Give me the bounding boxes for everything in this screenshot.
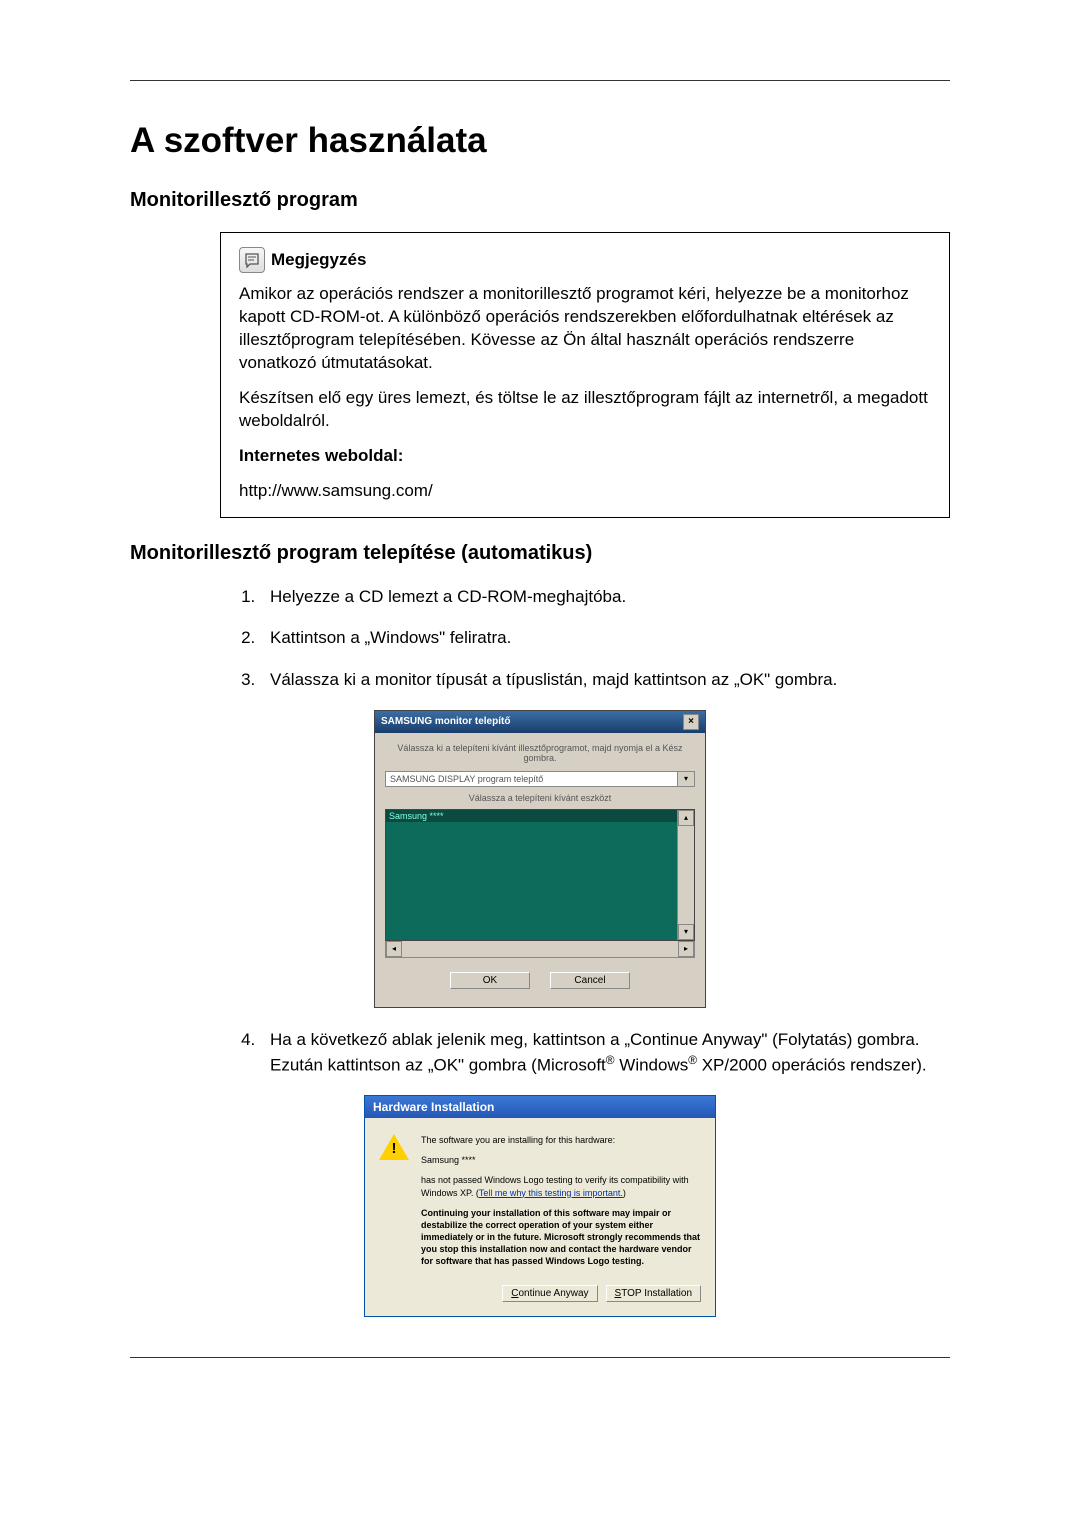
- note-box: Megjegyzés Amikor az operációs rendszer …: [220, 232, 950, 518]
- scroll-left-icon[interactable]: ◂: [386, 941, 402, 957]
- step4-text-c: XP/2000 operációs rendszer).: [697, 1055, 927, 1074]
- note-icon: [239, 247, 265, 273]
- ok-button[interactable]: OK: [450, 972, 530, 989]
- hw-device: Samsung ****: [421, 1154, 701, 1166]
- registered-mark-2: ®: [688, 1053, 697, 1067]
- stop-label-rest: TOP Installation: [621, 1288, 692, 1299]
- horizontal-scrollbar[interactable]: ◂ ▸: [385, 941, 695, 958]
- monitor-listbox[interactable]: Samsung **** ▴ ▾: [385, 809, 695, 941]
- scroll-right-icon[interactable]: ▸: [678, 941, 694, 957]
- warning-icon: !: [379, 1134, 409, 1162]
- hw-line2b: ): [623, 1188, 626, 1198]
- chevron-down-icon[interactable]: ▾: [677, 772, 694, 786]
- bottom-rule: [130, 1357, 950, 1358]
- page-title: A szoftver használata: [130, 121, 950, 161]
- stop-installation-button[interactable]: STOP Installation: [606, 1285, 701, 1302]
- note-header: Megjegyzés: [239, 247, 931, 273]
- install-steps-cont: Ha a következő ablak jelenik meg, kattin…: [230, 1028, 950, 1077]
- hw-line1: The software you are installing for this…: [421, 1134, 701, 1146]
- step4-text-b: Windows: [615, 1055, 689, 1074]
- cancel-button[interactable]: Cancel: [550, 972, 630, 989]
- close-icon[interactable]: ×: [683, 714, 699, 730]
- hw-line2: has not passed Windows Logo testing to v…: [421, 1174, 701, 1198]
- monitor-combo-value: SAMSUNG DISPLAY program telepítő: [386, 772, 677, 786]
- step-1: Helyezze a CD lemezt a CD-ROM-meghajtóba…: [260, 585, 950, 609]
- monitor-installer-dialog: SAMSUNG monitor telepítő × Válassza ki a…: [374, 710, 706, 1008]
- hardware-installation-dialog: Hardware Installation ! The software you…: [364, 1095, 716, 1317]
- monitor-dialog-title: SAMSUNG monitor telepítő: [381, 716, 510, 727]
- scroll-up-icon[interactable]: ▴: [678, 810, 694, 826]
- hw-dialog-title: Hardware Installation: [365, 1096, 715, 1118]
- website-label: Internetes weboldal:: [239, 445, 931, 468]
- section2-heading: Monitorillesztő program telepítése (auto…: [130, 542, 950, 565]
- website-url: http://www.samsung.com/: [239, 480, 931, 503]
- step-2: Kattintson a „Windows" feliratra.: [260, 626, 950, 650]
- continue-label-rest: ontinue Anyway: [518, 1288, 588, 1299]
- install-steps: Helyezze a CD lemezt a CD-ROM-meghajtóba…: [230, 585, 950, 692]
- monitor-dialog-titlebar: SAMSUNG monitor telepítő ×: [375, 711, 705, 733]
- registered-mark-1: ®: [606, 1053, 615, 1067]
- step-3: Válassza ki a monitor típusát a típuslis…: [260, 668, 950, 692]
- continue-anyway-button[interactable]: Continue Anyway: [502, 1285, 597, 1302]
- scroll-down-icon[interactable]: ▾: [678, 924, 694, 940]
- note-paragraph-1: Amikor az operációs rendszer a monitoril…: [239, 283, 931, 375]
- monitor-dialog-text1: Válassza ki a telepíteni kívánt illesztő…: [385, 743, 695, 763]
- section1-heading: Monitorillesztő program: [130, 189, 950, 212]
- top-rule: [130, 80, 950, 81]
- hw-link[interactable]: Tell me why this testing is important.: [479, 1188, 623, 1198]
- vertical-scrollbar[interactable]: ▴ ▾: [677, 810, 694, 940]
- note-paragraph-2: Készítsen elő egy üres lemezt, és töltse…: [239, 387, 931, 433]
- monitor-listbox-selected[interactable]: Samsung ****: [386, 810, 678, 822]
- note-label: Megjegyzés: [271, 249, 366, 272]
- monitor-combo[interactable]: SAMSUNG DISPLAY program telepítő ▾: [385, 771, 695, 787]
- monitor-dialog-text2: Válassza a telepíteni kívánt eszközt: [385, 793, 695, 803]
- step-4: Ha a következő ablak jelenik meg, kattin…: [260, 1028, 950, 1077]
- hw-bold-warning: Continuing your installation of this sof…: [421, 1207, 701, 1268]
